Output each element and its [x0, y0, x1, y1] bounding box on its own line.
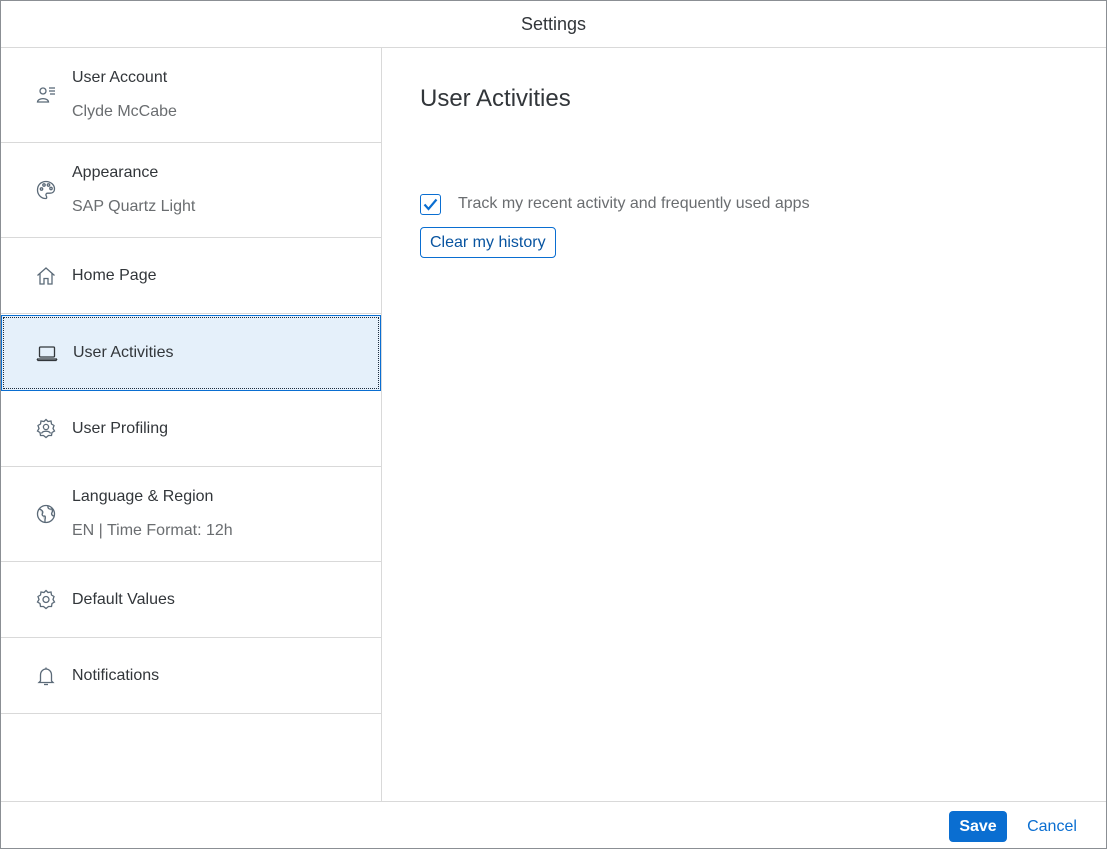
cancel-button[interactable]: Cancel: [1017, 811, 1087, 842]
sidebar-item-title: Language & Region: [72, 488, 214, 505]
sidebar-item-texts: Default Values: [72, 591, 175, 609]
sidebar-item-title: User Account: [72, 69, 168, 86]
settings-dialog: Settings User Account Clyde McCabe Appea…: [0, 0, 1107, 849]
sidebar-item-title: User Activities: [73, 344, 174, 361]
checkmark-icon: [423, 198, 438, 211]
dialog-header: Settings: [1, 1, 1106, 48]
sidebar-item-title: Notifications: [72, 666, 160, 684]
home-icon: [35, 265, 57, 287]
settings-sidebar: User Account Clyde McCabe Appearance SAP…: [1, 48, 382, 801]
sidebar-item-user-activities[interactable]: User Activities: [1, 315, 381, 391]
sidebar-item-texts: Home Page: [72, 267, 157, 285]
sidebar-item-texts: Appearance SAP Quartz Light: [72, 164, 195, 216]
settings-content: User Activities Track my recent activity…: [383, 48, 1106, 801]
sidebar-item-title: User Profiling: [72, 419, 169, 437]
track-activity-label[interactable]: Track my recent activity and frequently …: [458, 195, 810, 213]
sidebar-item-title: Default Values: [72, 590, 175, 608]
dialog-title: Settings: [520, 13, 587, 34]
sidebar-item-language-region[interactable]: Language & Region EN | Time Format: 12h: [1, 467, 381, 562]
sidebar-item-notifications[interactable]: Notifications: [1, 638, 381, 714]
sidebar-item-texts: Notifications: [72, 667, 159, 685]
laptop-icon: [36, 342, 58, 364]
track-activity-row: Track my recent activity and frequently …: [420, 193, 810, 215]
sidebar-item-desc: SAP Quartz Light: [72, 198, 196, 215]
sidebar-item-appearance[interactable]: Appearance SAP Quartz Light: [1, 143, 381, 238]
globe-icon: [35, 503, 57, 525]
dialog-footer: Save Cancel: [1, 801, 1106, 848]
bell-icon: [35, 665, 57, 687]
user-settings-icon: [35, 418, 57, 440]
sidebar-item-title: Home Page: [72, 266, 157, 284]
sidebar-item-desc: EN | Time Format: 12h: [72, 522, 233, 539]
sidebar-item-user-account[interactable]: User Account Clyde McCabe: [1, 48, 381, 143]
sidebar-item-home-page[interactable]: Home Page: [1, 238, 381, 314]
track-activity-checkbox[interactable]: [420, 193, 441, 215]
sidebar-item-desc: Clyde McCabe: [72, 103, 177, 120]
save-button[interactable]: Save: [949, 811, 1007, 842]
gear-icon: [35, 589, 57, 611]
sidebar-item-default-values[interactable]: Default Values: [1, 562, 381, 638]
sidebar-item-texts: User Activities: [73, 344, 173, 362]
sidebar-item-user-profiling[interactable]: User Profiling: [1, 391, 381, 467]
clear-history-button[interactable]: Clear my history: [420, 227, 556, 258]
user-account-icon: [35, 84, 57, 106]
sidebar-item-texts: Language & Region EN | Time Format: 12h: [72, 488, 233, 540]
sidebar-item-title: Appearance: [72, 164, 159, 181]
palette-icon: [35, 179, 57, 201]
sidebar-item-texts: User Profiling: [72, 420, 168, 438]
sidebar-item-texts: User Account Clyde McCabe: [72, 69, 177, 121]
page-title: User Activities: [420, 85, 571, 112]
